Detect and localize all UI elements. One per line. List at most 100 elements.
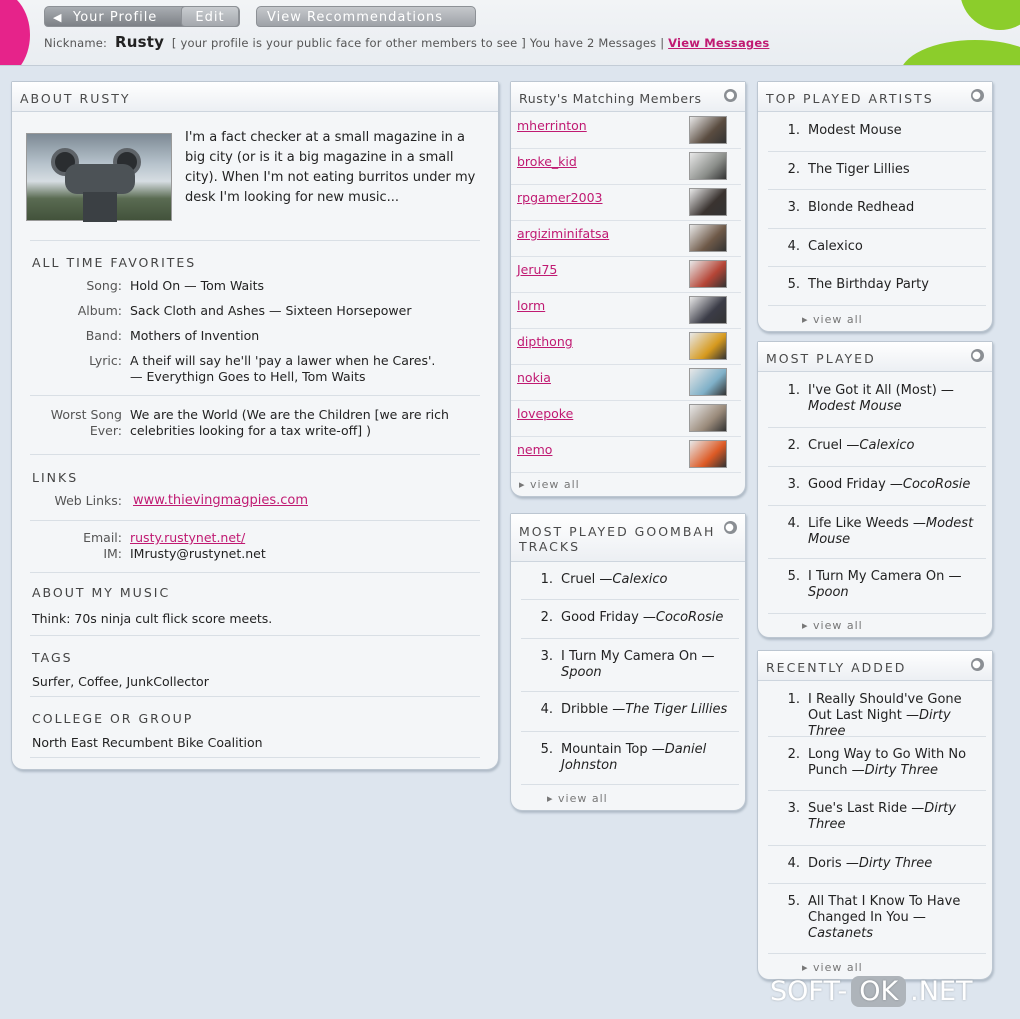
track-text: Cruel —Calexico <box>561 572 735 588</box>
track-row[interactable]: 1. Cruel —Calexico <box>521 562 739 600</box>
member-row[interactable]: broke_kid <box>511 149 741 185</box>
track-row[interactable]: 3. Sue's Last Ride —Dirty Three <box>768 791 986 846</box>
member-avatar[interactable] <box>689 116 727 144</box>
track-number: 1. <box>787 692 800 707</box>
member-row[interactable]: nemo <box>511 437 741 473</box>
track-text: All That I Know To Have Changed In You —… <box>808 894 982 942</box>
member-name-link[interactable]: lovepoke <box>517 406 573 421</box>
member-row[interactable]: mherrinton <box>511 113 741 149</box>
close-icon[interactable]: ● <box>724 89 737 102</box>
recent-view-all-link[interactable]: ▸ view all <box>802 961 863 974</box>
close-icon[interactable]: ● <box>971 89 984 102</box>
track-row[interactable]: 4. Calexico <box>768 229 986 267</box>
email-link[interactable]: rusty.rustynet.net/ <box>130 530 245 546</box>
track-text: Life Like Weeds —Modest Mouse <box>808 516 982 548</box>
track-row[interactable]: 5. Mountain Top —Daniel Johnston <box>521 732 739 785</box>
track-title: Good Friday <box>561 610 639 625</box>
email-label: Email: <box>83 530 122 545</box>
view-messages-link[interactable]: View Messages <box>668 36 769 50</box>
track-row[interactable]: 2. Good Friday —CocoRosie <box>521 600 739 639</box>
member-avatar[interactable] <box>689 296 727 324</box>
divider <box>30 240 480 241</box>
tab-your-profile[interactable]: ◀ Your Profile Edit <box>44 6 240 27</box>
member-row[interactable]: argiziminifatsa <box>511 221 741 257</box>
track-number: 3. <box>787 200 800 215</box>
track-text: Calexico <box>808 239 982 255</box>
track-row[interactable]: 3. Good Friday —CocoRosie <box>768 467 986 506</box>
member-avatar[interactable] <box>689 404 727 432</box>
track-row[interactable]: 3. I Turn My Camera On —Spoon <box>521 639 739 692</box>
track-artist: —CocoRosie <box>642 610 724 625</box>
divider <box>30 454 480 455</box>
member-name-link[interactable]: nokia <box>517 370 551 385</box>
member-avatar[interactable] <box>689 188 727 216</box>
member-row[interactable]: rpgamer2003 <box>511 185 741 221</box>
close-icon[interactable]: ● <box>971 349 984 362</box>
member-name-link[interactable]: dipthong <box>517 334 573 349</box>
member-avatar[interactable] <box>689 152 727 180</box>
track-row[interactable]: 1. I've Got it All (Most) —Modest Mouse <box>768 373 986 428</box>
track-row[interactable]: 5. The Birthday Party <box>768 267 986 306</box>
track-row[interactable]: 4. Life Like Weeds —Modest Mouse <box>768 506 986 559</box>
member-avatar[interactable] <box>689 224 727 252</box>
tab-edit[interactable]: Edit <box>181 6 239 27</box>
worst-song-line-2: celebrities looking for a tax write-off]… <box>130 423 372 438</box>
member-row[interactable]: lovepoke <box>511 401 741 437</box>
track-row[interactable]: 5. I Turn My Camera On —Spoon <box>768 559 986 614</box>
web-link[interactable]: www.thievingmagpies.com <box>133 493 308 509</box>
worst-song-label-1: Worst Song <box>50 407 122 422</box>
track-row[interactable]: 2. The Tiger Lillies <box>768 152 986 190</box>
track-row[interactable]: 1. I Really Should've Gone Out Last Night… <box>768 682 986 740</box>
watermark-left: SOFT- <box>770 976 848 1007</box>
member-name-link[interactable]: mherrinton <box>517 118 587 133</box>
member-avatar[interactable] <box>689 440 727 468</box>
album-label: Album: <box>77 303 122 318</box>
divider <box>30 635 480 636</box>
most-played-title: MOST PLAYED ● <box>758 342 992 372</box>
member-name-link[interactable]: rpgamer2003 <box>517 190 603 205</box>
artists-view-all-link[interactable]: ▸ view all <box>802 313 863 326</box>
member-name-link[interactable]: nemo <box>517 442 552 457</box>
track-text: I've Got it All (Most) —Modest Mouse <box>808 383 982 415</box>
track-row[interactable]: 1. Modest Mouse <box>768 113 986 152</box>
track-row[interactable]: 3. Blonde Redhead <box>768 190 986 229</box>
tab-view-recommendations[interactable]: View Recommendations <box>256 6 476 27</box>
track-text: I Really Should've Gone Out Last Night —… <box>808 692 982 740</box>
member-row[interactable]: lorm <box>511 293 741 329</box>
track-row[interactable]: 4. Dribble —The Tiger Lillies <box>521 692 739 732</box>
member-name-link[interactable]: broke_kid <box>517 154 577 169</box>
divider <box>30 572 480 573</box>
member-row[interactable]: Jeru75 <box>511 257 741 293</box>
member-row[interactable]: dipthong <box>511 329 741 365</box>
member-avatar[interactable] <box>689 260 727 288</box>
lyric-line-2: — Everythign Goes to Hell, Tom Waits <box>130 369 366 384</box>
track-title: Modest Mouse <box>808 123 902 138</box>
track-text: The Tiger Lillies <box>808 162 982 178</box>
goombah-view-all-link[interactable]: ▸ view all <box>547 792 608 805</box>
member-name-link[interactable]: Jeru75 <box>517 262 557 277</box>
member-avatar[interactable] <box>689 332 727 360</box>
track-text: Blonde Redhead <box>808 200 982 216</box>
track-artist: —Dirty Three <box>845 856 933 871</box>
member-avatar[interactable] <box>689 368 727 396</box>
member-row[interactable]: nokia <box>511 365 741 401</box>
track-row[interactable]: 2. Long Way to Go With No Punch —Dirty Th… <box>768 737 986 791</box>
goombah-tracks-panel: MOST PLAYED GOOMBAH TRACKS ● 1. Cruel —Ca… <box>510 513 746 811</box>
recently-added-title-text: RECENTLY ADDED <box>766 660 907 675</box>
im-label: IM: <box>103 546 122 561</box>
member-name-link[interactable]: argiziminifatsa <box>517 226 609 241</box>
close-icon[interactable]: ● <box>971 658 984 671</box>
track-row[interactable]: 5. All That I Know To Have Changed In You… <box>768 884 986 954</box>
most-played-view-all-link[interactable]: ▸ view all <box>802 619 863 632</box>
watermark-ok: OK <box>851 976 907 1007</box>
about-panel: ABOUT RUSTY I'm a fact checker at a smal… <box>11 81 499 770</box>
member-name-link[interactable]: lorm <box>517 298 545 313</box>
close-icon[interactable]: ● <box>724 521 737 534</box>
track-title: Cruel <box>561 572 596 587</box>
track-row[interactable]: 2. Cruel —Calexico <box>768 428 986 467</box>
members-view-all-link[interactable]: ▸ view all <box>519 478 580 491</box>
track-row[interactable]: 4. Doris —Dirty Three <box>768 846 986 884</box>
track-title: Sue's Last Ride <box>808 801 908 816</box>
watermark: SOFT- OK .NET <box>770 976 973 1007</box>
track-number: 3. <box>540 649 553 664</box>
